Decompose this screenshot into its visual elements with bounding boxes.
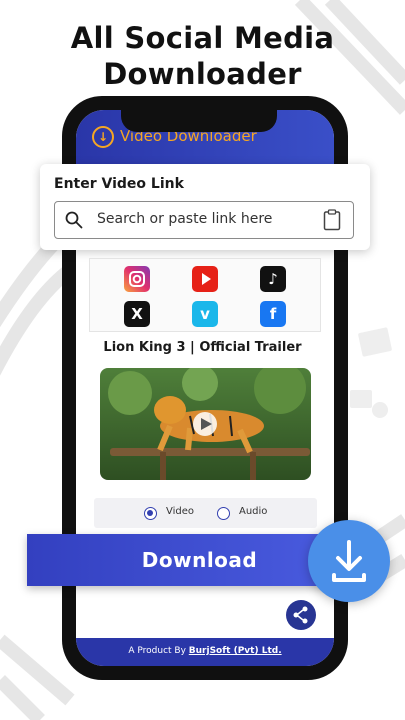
platform-icons-panel: ♪ X v f bbox=[89, 258, 321, 332]
headline-line-2: Downloader bbox=[103, 57, 302, 91]
footer-prefix: A Product By bbox=[128, 646, 189, 656]
radio-audio-label: Audio bbox=[239, 506, 268, 517]
share-icon bbox=[293, 606, 308, 624]
facebook-icon[interactable]: f bbox=[260, 301, 286, 327]
download-icon: ↓ bbox=[92, 126, 114, 148]
format-selector: Video Audio bbox=[94, 498, 317, 528]
instagram-icon[interactable] bbox=[124, 266, 150, 292]
search-icon bbox=[65, 211, 83, 229]
phone-notch bbox=[121, 106, 277, 132]
link-card-title: Enter Video Link bbox=[54, 176, 184, 192]
headline-line-1: All Social Media bbox=[70, 21, 335, 55]
vimeo-icon[interactable]: v bbox=[192, 301, 218, 327]
footer-brand-link[interactable]: BurjSoft (Pvt) Ltd. bbox=[189, 646, 282, 656]
share-button[interactable] bbox=[286, 600, 316, 630]
x-icon[interactable]: X bbox=[124, 301, 150, 327]
footer-bar: A Product By BurjSoft (Pvt) Ltd. bbox=[76, 638, 334, 666]
radio-audio[interactable] bbox=[217, 507, 230, 520]
search-input[interactable]: Search or paste link here bbox=[54, 201, 354, 239]
search-placeholder: Search or paste link here bbox=[97, 211, 273, 227]
page-headline: All Social Media Downloader bbox=[0, 20, 405, 92]
enter-link-card: Enter Video Link Search or paste link he… bbox=[40, 164, 370, 250]
tiktok-icon[interactable]: ♪ bbox=[260, 266, 286, 292]
clipboard-icon[interactable] bbox=[323, 209, 341, 231]
download-button[interactable]: Download bbox=[27, 534, 347, 586]
footer-text: A Product By BurjSoft (Pvt) Ltd. bbox=[76, 646, 334, 656]
radio-video[interactable] bbox=[144, 507, 157, 520]
download-icon[interactable] bbox=[308, 520, 390, 602]
video-title: Lion King 3 | Official Trailer bbox=[103, 340, 302, 355]
youtube-icon[interactable] bbox=[192, 266, 218, 292]
radio-video-label: Video bbox=[166, 506, 195, 517]
video-thumbnail[interactable] bbox=[100, 368, 311, 480]
